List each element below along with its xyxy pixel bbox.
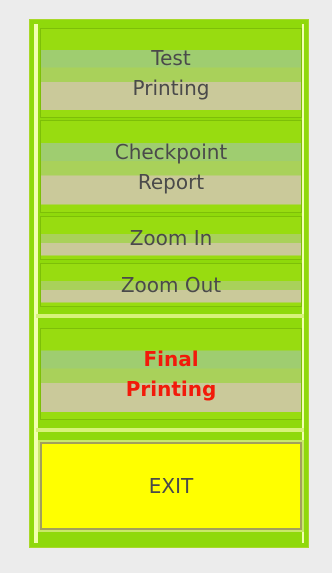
menu-divider-lower: [36, 428, 304, 432]
zoom-in-label: Zoom In: [129, 226, 213, 250]
zoom-in-button[interactable]: Zoom In: [40, 216, 302, 260]
final-printing-label-line2: Printing: [125, 377, 217, 401]
exit-button[interactable]: EXIT: [38, 440, 304, 532]
test-printing-label-line2: Printing: [132, 76, 210, 100]
checkpoint-report-label-line1: Checkpoint: [114, 139, 228, 164]
test-printing-button[interactable]: Test Printing: [40, 28, 302, 118]
final-printing-button[interactable]: Final Printing: [40, 328, 302, 420]
menu-divider: [36, 314, 304, 318]
panel-right-rail: [302, 24, 304, 543]
menu-panel: Test Printing Checkpoint Report Zoom In …: [29, 19, 309, 548]
checkpoint-report-label-line2: Report: [137, 169, 205, 194]
panel-left-rail: [34, 24, 38, 543]
zoom-out-button[interactable]: Zoom Out: [40, 263, 302, 307]
test-printing-label-line1: Test: [151, 46, 191, 70]
final-printing-label-line1: Final: [143, 347, 199, 371]
zoom-out-label: Zoom Out: [120, 273, 222, 297]
exit-label: EXIT: [148, 474, 194, 498]
checkpoint-report-button[interactable]: Checkpoint Report: [40, 120, 302, 213]
